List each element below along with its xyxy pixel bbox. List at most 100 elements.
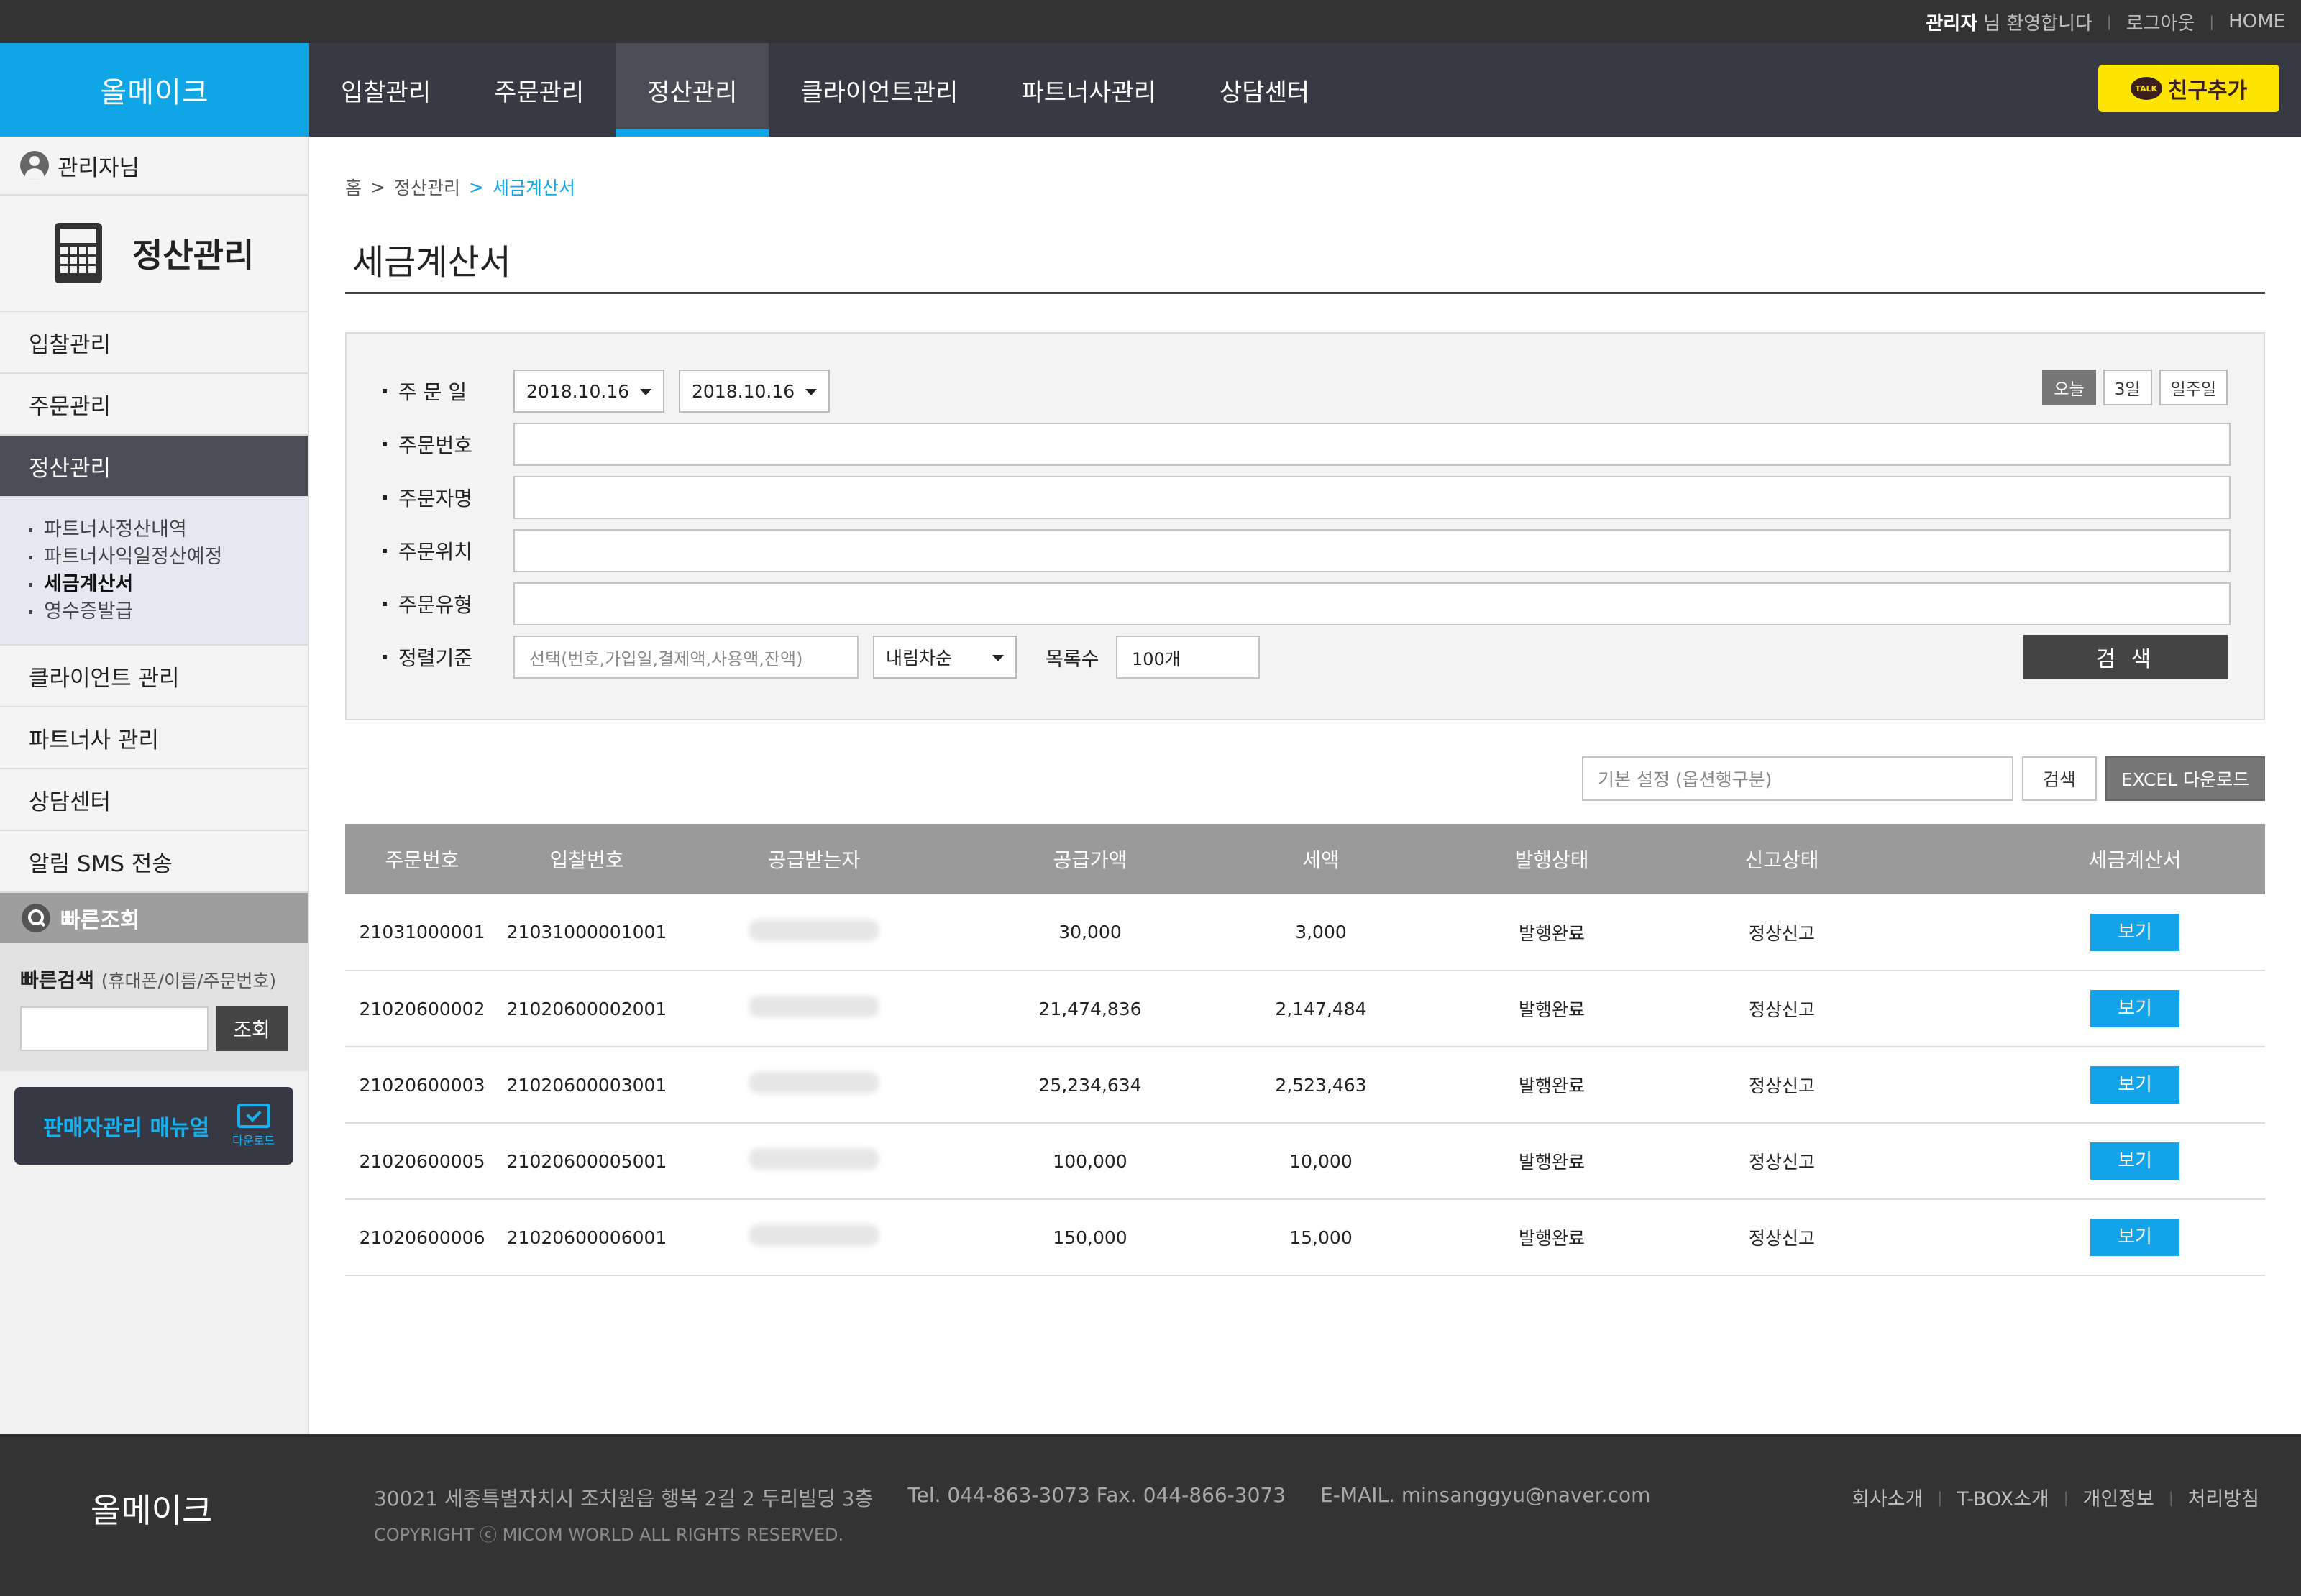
footer-link-policy[interactable]: 처리방침 (2188, 1483, 2259, 1511)
sidebar-item-partner[interactable]: 파트너사 관리 (0, 707, 308, 769)
nav-client[interactable]: 클라이언트관리 (769, 43, 989, 137)
order-number-input[interactable] (513, 423, 2231, 466)
view-invoice-button[interactable]: 보기 (2090, 990, 2179, 1027)
cell-issue-status: 발행완료 (1415, 894, 1688, 971)
order-type-input[interactable] (513, 582, 2231, 625)
submenu-partner-next-day[interactable]: 파트너사익일정산예정 (29, 544, 308, 571)
submenu-partner-settlement[interactable]: 파트너사정산내역 (29, 516, 308, 544)
seller-manual-download[interactable]: 판매자관리 매뉴얼 다운로드 (14, 1087, 293, 1165)
nav-settlement[interactable]: 정산관리 (616, 43, 769, 137)
submenu-receipt[interactable]: 영수증발급 (29, 598, 308, 625)
order-date-label: 주 문 일 (383, 377, 467, 405)
chevron-down-icon (640, 389, 651, 395)
divider: | (1937, 1488, 1943, 1506)
footer-copyright: COPYRIGHT ⓒ MICOM WORLD ALL RIGHTS RESER… (374, 1525, 844, 1545)
nav-bid[interactable]: 입찰관리 (309, 43, 462, 137)
divider: | (2063, 1488, 2069, 1506)
cell-invoice: 보기 (1875, 1047, 2265, 1124)
sidebar-item-bid[interactable]: 입찰관리 (0, 312, 308, 374)
cell-supply-amount: 25,234,634 (953, 1047, 1227, 1124)
kakao-add-friend-button[interactable]: TALK 친구추가 (2098, 65, 2279, 112)
quick-search-hint: (휴대폰/이름/주문번호) (101, 971, 277, 991)
cell-bid-no: 21020600002001 (499, 971, 674, 1047)
sort-order-select[interactable]: 내림차순 (873, 636, 1017, 679)
sidebar-user: 관리자님 (0, 137, 308, 196)
cell-recipient (674, 1199, 953, 1276)
cell-supply-amount: 150,000 (953, 1199, 1227, 1276)
view-invoice-button[interactable]: 보기 (2090, 1066, 2179, 1104)
table-row: 21020600002 21020600002001 21,474,836 2,… (345, 971, 2265, 1047)
cell-bid-no: 21020600005001 (499, 1123, 674, 1200)
calculator-icon (55, 223, 102, 283)
table-row: 21020600005 21020600005001 100,000 10,00… (345, 1123, 2265, 1200)
footer-link-privacy[interactable]: 개인정보 (2083, 1483, 2154, 1511)
table-row: 21020600006 21020600006001 150,000 15,00… (345, 1199, 2265, 1276)
tax-invoice-table: 주문번호 입찰번호 공급받는자 공급가액 세액 발행상태 신고상태 세금계산서 … (345, 824, 2265, 1276)
quick-search-button[interactable]: 조회 (216, 1006, 288, 1051)
cell-supply-amount: 21,474,836 (953, 971, 1227, 1047)
breadcrumb-settlement[interactable]: 정산관리 (394, 174, 460, 200)
utility-links: 관리자 님 환영합니다 | 로그아웃 | HOME (1926, 0, 2285, 43)
table-row: 21031000001 21031000001001 30,000 3,000 … (345, 894, 2265, 971)
view-invoice-button[interactable]: 보기 (2090, 913, 2179, 951)
breadcrumb-home[interactable]: 홈 (345, 174, 362, 200)
cell-issue-status: 발행완료 (1415, 971, 1688, 1047)
option-setting-input[interactable]: 기본 설정 (옵션행구분) (1582, 756, 2013, 801)
footer-link-tbox[interactable]: T-BOX소개 (1957, 1483, 2049, 1511)
redacted-recipient (749, 1224, 879, 1246)
redacted-recipient (749, 996, 879, 1017)
period-3days-button[interactable]: 3일 (2103, 370, 2152, 405)
footer-info: 30021 세종특별자치시 조치원읍 행복 2길 2 두리빌딩 3층 Tel. … (374, 1483, 1685, 1512)
site-logo[interactable]: 올메이크 (0, 43, 309, 137)
excel-download-button[interactable]: EXCEL 다운로드 (2105, 756, 2265, 801)
cell-recipient (674, 1123, 953, 1200)
sidebar-item-order[interactable]: 주문관리 (0, 374, 308, 436)
table-row: 21020600003 21020600003001 25,234,634 2,… (345, 1047, 2265, 1124)
sidebar: 관리자님 정산관리 입찰관리 주문관리 정산관리 파트너사정산내역 파트너사익일… (0, 137, 309, 1434)
sort-criteria-input[interactable]: 선택(번호,가입일,결제액,사용액,잔액) (513, 636, 859, 679)
date-to-select[interactable]: 2018.10.16 (679, 370, 830, 413)
cell-supply-amount: 30,000 (953, 894, 1227, 971)
cell-issue-status: 발행완료 (1415, 1123, 1688, 1200)
sidebar-item-sms[interactable]: 알림 SMS 전송 (0, 831, 308, 893)
quick-search-input[interactable] (20, 1006, 209, 1051)
column-header: 공급가액 (953, 824, 1227, 894)
chevron-down-icon (805, 389, 817, 395)
divider: | (2168, 1488, 2174, 1506)
cell-order-no: 21020600006 (345, 1199, 499, 1276)
cell-invoice: 보기 (1875, 1199, 2265, 1276)
orderer-name-input[interactable] (513, 476, 2231, 519)
nav-consult[interactable]: 상담센터 (1188, 43, 1341, 137)
date-from-value: 2018.10.16 (526, 380, 630, 402)
footer: 올메이크 30021 세종특별자치시 조치원읍 행복 2길 2 두리빌딩 3층 … (0, 1434, 2301, 1596)
period-today-button[interactable]: 오늘 (2042, 370, 2096, 405)
footer-links: 회사소개 | T-BOX소개 | 개인정보 | 처리방침 (1852, 1483, 2259, 1511)
order-location-input[interactable] (513, 529, 2231, 572)
date-from-select[interactable]: 2018.10.16 (513, 370, 664, 413)
download-label: 다운로드 (232, 1134, 275, 1147)
home-link[interactable]: HOME (2228, 11, 2285, 32)
page-title: 세금계산서 (352, 242, 511, 283)
sidebar-item-client[interactable]: 클라이언트 관리 (0, 646, 308, 707)
view-invoice-button[interactable]: 보기 (2090, 1219, 2179, 1256)
period-week-button[interactable]: 일주일 (2159, 370, 2228, 405)
title-divider (345, 292, 2265, 294)
nav-partner[interactable]: 파트너사관리 (989, 43, 1188, 137)
seller-manual-label: 판매자관리 매뉴얼 (43, 1116, 210, 1141)
footer-link-company[interactable]: 회사소개 (1852, 1483, 1923, 1511)
order-location-label: 주문위치 (383, 536, 472, 565)
sidebar-item-settlement[interactable]: 정산관리 (0, 436, 308, 497)
search-button[interactable]: 검 색 (2023, 635, 2228, 679)
cell-report-status: 정상신고 (1688, 971, 1875, 1047)
nav-order[interactable]: 주문관리 (462, 43, 616, 137)
submenu-tax-invoice[interactable]: 세금계산서 (29, 571, 308, 598)
user-icon (20, 151, 49, 180)
column-header: 입찰번호 (499, 824, 674, 894)
breadcrumb-separator: > (370, 176, 385, 198)
logout-link[interactable]: 로그아웃 (2126, 9, 2195, 35)
list-count-input[interactable]: 100개 (1116, 636, 1260, 679)
cell-issue-status: 발행완료 (1415, 1047, 1688, 1124)
option-search-button[interactable]: 검색 (2022, 756, 2097, 801)
view-invoice-button[interactable]: 보기 (2090, 1142, 2179, 1180)
sidebar-item-consult[interactable]: 상담센터 (0, 769, 308, 831)
